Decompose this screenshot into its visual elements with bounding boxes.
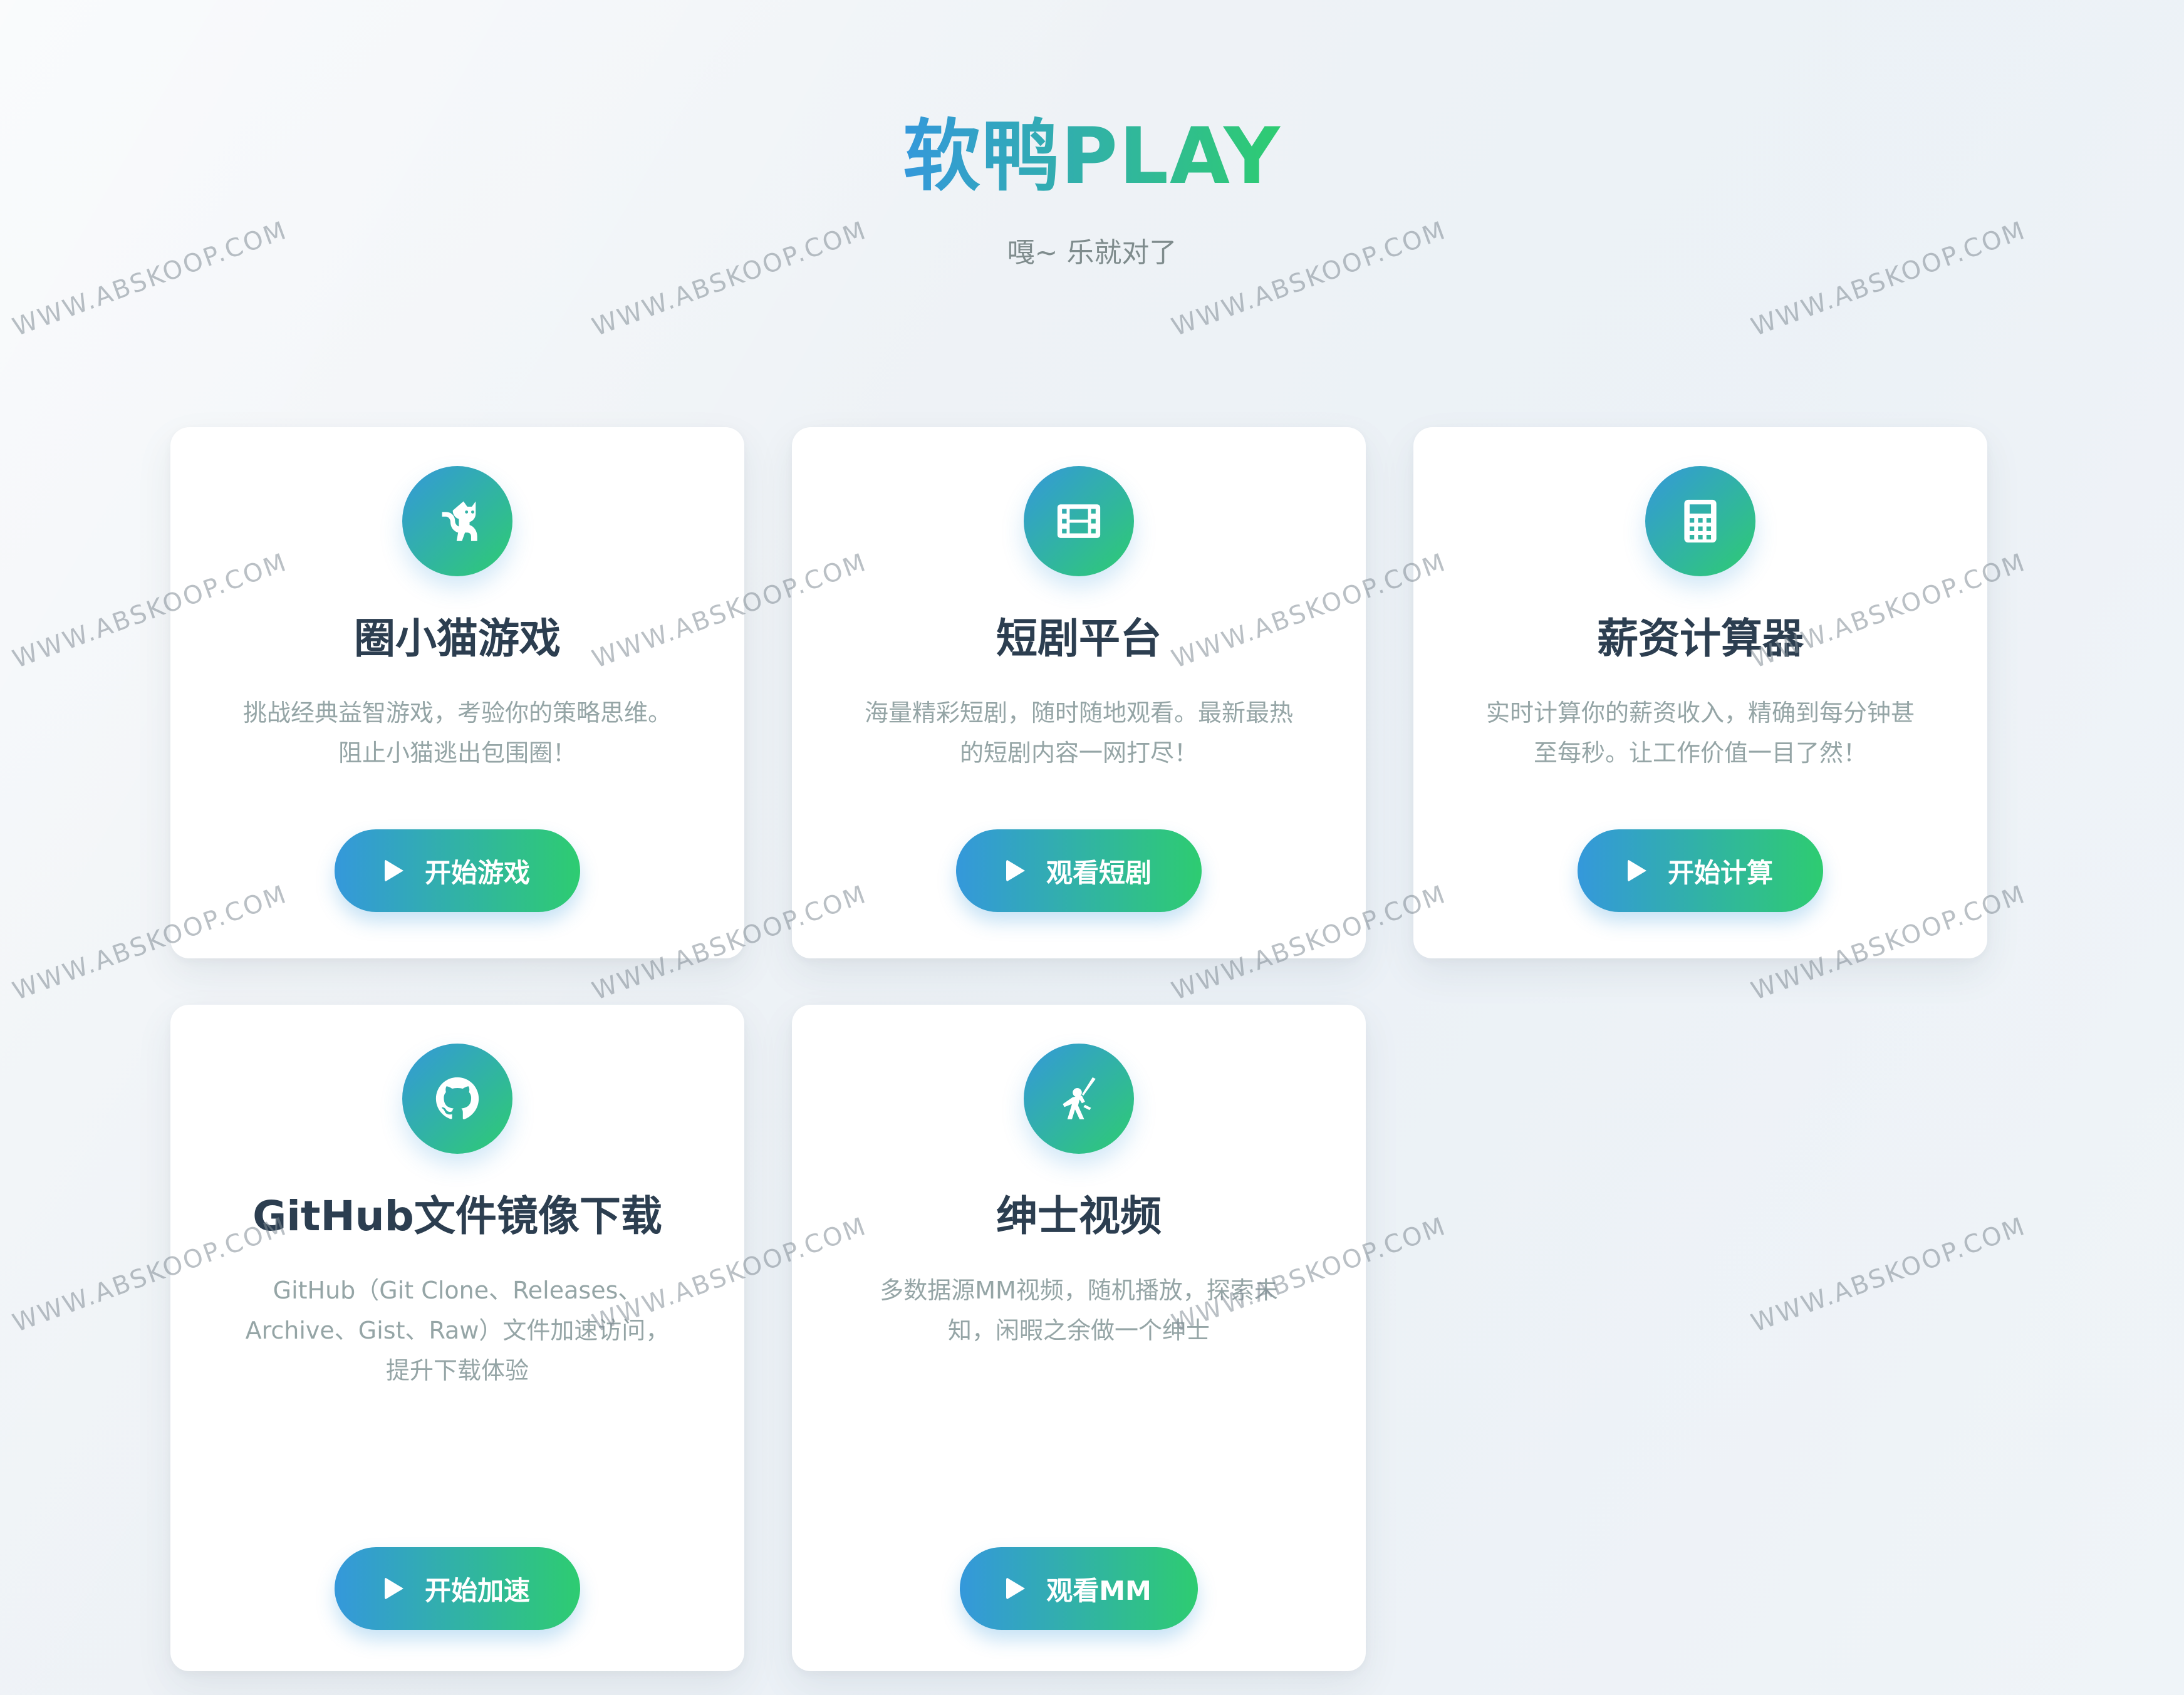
card-description: 实时计算你的薪资收入，精确到每分钟甚至每秒。让工作价值一目了然！ — [1485, 699, 1915, 767]
button-label: 开始计算 — [1667, 857, 1773, 888]
start-calculate-button[interactable]: 开始计算 — [1578, 829, 1823, 912]
watch-drama-button[interactable]: 观看短剧 — [956, 829, 1202, 912]
ninja-icon — [1024, 1044, 1134, 1154]
button-label: 观看MM — [1046, 1575, 1152, 1606]
play-icon — [1006, 1577, 1026, 1600]
card-description: GitHub（Git Clone、Releases、Archive、Gist、R… — [245, 1277, 670, 1384]
page-header: 软鸭PLAY 嘎~ 乐就对了 — [0, 106, 2184, 272]
page-title: 软鸭PLAY — [903, 106, 1281, 207]
button-label: 开始加速 — [424, 1575, 530, 1606]
card-description: 多数据源MM视频，随机播放，探索未知，闲暇之余做一个绅士 — [880, 1277, 1278, 1344]
card-description: 海量精彩短剧，随时随地观看。最新最热的短剧内容一网打尽！ — [864, 699, 1293, 767]
card-salary-calculator: 薪资计算器 实时计算你的薪资收入，精确到每分钟甚至每秒。让工作价值一目了然！ 开… — [1413, 427, 1987, 958]
card-gentleman-video: 绅士视频 多数据源MM视频，随机播放，探索未知，闲暇之余做一个绅士 观看MM — [792, 1005, 1366, 1671]
play-icon — [1627, 859, 1646, 882]
film-icon — [1024, 466, 1134, 576]
play-icon — [1006, 859, 1025, 882]
start-game-button[interactable]: 开始游戏 — [335, 829, 580, 912]
play-icon — [384, 1577, 403, 1600]
page-subtitle: 嘎~ 乐就对了 — [1007, 237, 1177, 269]
start-accelerate-button[interactable]: 开始加速 — [335, 1547, 580, 1630]
card-title: GitHub文件镜像下载 — [252, 1192, 662, 1240]
card-description: 挑战经典益智游戏，考验你的策略思维。阻止小猫逃出包围圈！ — [242, 699, 672, 767]
watermark: WWW.ABSKOOP.COM — [1747, 1211, 2030, 1338]
play-icon — [384, 859, 403, 882]
card-short-drama: 短剧平台 海量精彩短剧，随时随地观看。最新最热的短剧内容一网打尽！ 观看短剧 — [792, 427, 1366, 958]
card-title: 短剧平台 — [996, 614, 1162, 663]
github-icon-glyph — [435, 1077, 479, 1119]
film-icon-glyph — [1057, 504, 1101, 538]
card-title: 薪资计算器 — [1597, 614, 1804, 663]
button-label: 观看短剧 — [1046, 857, 1152, 888]
card-cat-game: 圈小猫游戏 挑战经典益智游戏，考验你的策略思维。阻止小猫逃出包围圈！ 开始游戏 — [170, 427, 744, 958]
ninja-icon-glyph — [1063, 1077, 1096, 1119]
watch-mm-button[interactable]: 观看MM — [960, 1547, 1198, 1630]
button-label: 开始游戏 — [424, 857, 530, 888]
cat-icon — [402, 466, 512, 576]
calculator-icon-glyph — [1684, 499, 1717, 543]
card-github-mirror: GitHub文件镜像下载 GitHub（Git Clone、Releases、A… — [170, 1005, 744, 1671]
card-title: 绅士视频 — [996, 1192, 1162, 1240]
calculator-icon — [1645, 466, 1755, 576]
github-icon — [402, 1044, 512, 1154]
card-title: 圈小猫游戏 — [354, 614, 561, 663]
cat-icon-glyph — [442, 501, 477, 541]
